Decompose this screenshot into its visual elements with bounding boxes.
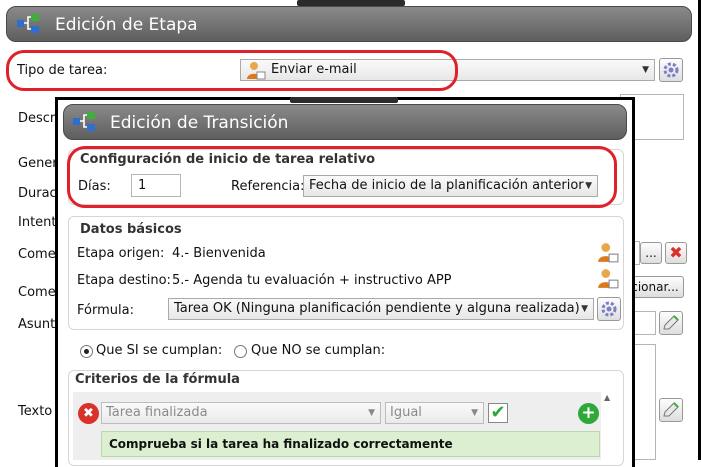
delete-x-icon: ✖ (669, 243, 683, 262)
formula-label: Fórmula: (77, 303, 134, 318)
workflow-icon (17, 14, 39, 33)
outer-side-label: Intent (18, 215, 57, 230)
chevron-down-icon: ▼ (581, 304, 588, 314)
config-highlight (67, 146, 617, 208)
outer-side-label: Asunt (18, 317, 56, 332)
radio-que-si[interactable] (80, 345, 93, 358)
delete-criterion-icon[interactable]: ✖ (78, 403, 99, 424)
workflow-icon (73, 112, 95, 131)
outer-side-label: Come (18, 285, 56, 300)
criterio-field-value: Tarea finalizada (106, 405, 208, 420)
etapa-destino-value: 5.- Agenda tu evaluación + instructivo A… (172, 273, 452, 288)
datos-basicos-title: Datos básicos (80, 222, 182, 237)
chevron-down-icon: ▼ (368, 408, 375, 418)
outer-side-label: Gener (18, 156, 58, 171)
que-si-label: Que SI se cumplan: (96, 343, 223, 358)
criterios-title: Criterios de la fórmula (75, 372, 240, 387)
criterio-description: Comprueba si la tarea ha finalizado corr… (101, 431, 600, 457)
outer-side-label: Descri (18, 111, 59, 126)
formula-select[interactable]: Tarea OK (Ninguna planificación pendient… (168, 298, 594, 320)
tipo-tarea-config-button[interactable] (659, 58, 683, 82)
formula-value: Tarea OK (Ninguna planificación pendient… (174, 301, 580, 316)
inner-drag-grip[interactable] (290, 97, 398, 103)
tipo-tarea-highlight (6, 50, 458, 91)
criterio-operator-select[interactable]: Igual ▼ (385, 402, 484, 424)
etapa-destino-label: Etapa destino: (77, 273, 171, 288)
formula-config-button[interactable] (597, 297, 621, 321)
chevron-down-icon: ▼ (471, 408, 478, 418)
scroll-up-icon[interactable]: ▲ (604, 393, 610, 402)
add-criterion-icon[interactable]: + (578, 403, 599, 424)
browse-button[interactable]: ... (640, 242, 662, 264)
texto-edit-button[interactable] (659, 398, 683, 422)
etapa-origen-label: Etapa origen: (77, 246, 165, 261)
clear-button[interactable]: ✖ (665, 242, 687, 264)
criterio-field-select[interactable]: Tarea finalizada ▼ (101, 402, 381, 424)
outer-side-label: Texto (18, 404, 53, 419)
radio-que-no[interactable] (234, 345, 247, 358)
inner-window-title: Edición de Transición (110, 113, 289, 133)
criterio-operator-value: Igual (390, 405, 422, 420)
user-task-icon[interactable] (597, 268, 619, 289)
asunto-edit-button[interactable] (659, 311, 683, 335)
etapa-origen-value: 4.- Bienvenida (172, 246, 266, 261)
asunto-field[interactable] (632, 311, 656, 335)
edit-pencil-icon (663, 402, 679, 417)
gear-icon (663, 62, 679, 78)
texto-textarea[interactable] (632, 344, 656, 460)
edit-pencil-icon (663, 315, 679, 330)
outer-title-bar[interactable]: Edición de Etapa (6, 6, 692, 42)
user-task-icon[interactable] (597, 242, 619, 263)
outer-side-label: Durac (18, 186, 57, 201)
gear-icon (601, 301, 617, 317)
inner-title-bar[interactable]: Edición de Transición (63, 104, 627, 140)
outer-window-title: Edición de Etapa (55, 15, 198, 35)
criterio-value-checkbox[interactable]: ✔ (488, 403, 508, 423)
que-no-label: Que NO se cumplan: (251, 343, 386, 358)
chevron-down-icon: ▼ (642, 65, 649, 75)
outer-side-label: Come (18, 247, 56, 262)
